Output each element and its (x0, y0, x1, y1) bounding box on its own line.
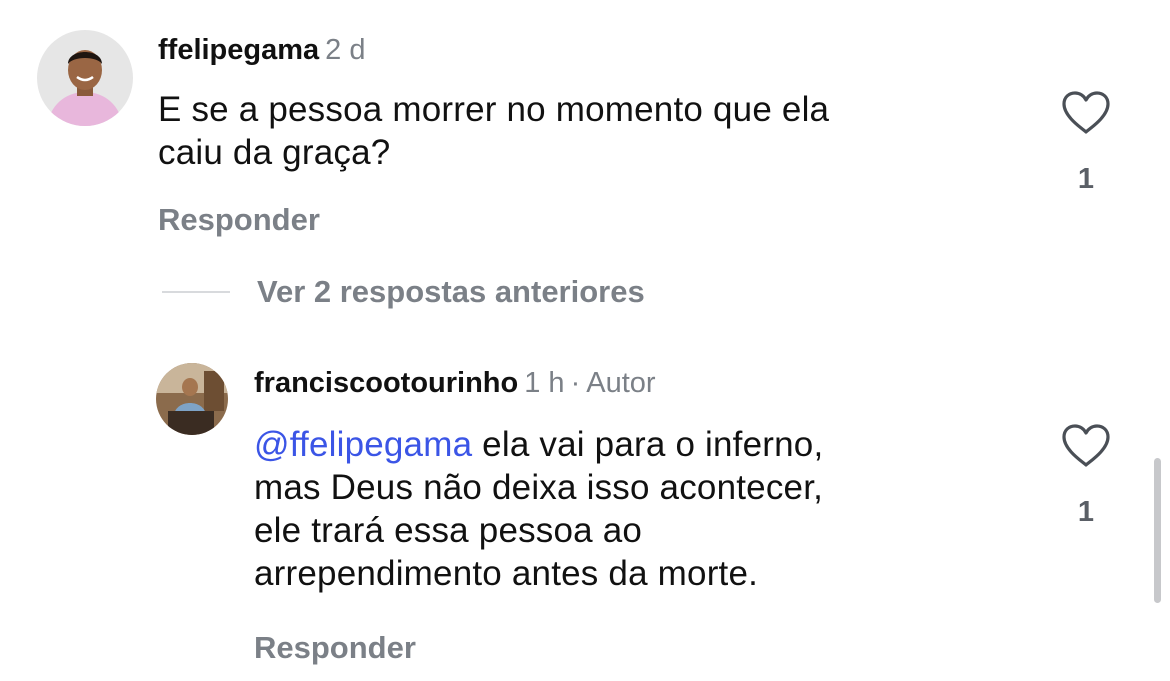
comment-reply-button[interactable]: Responder (158, 202, 320, 238)
comment-username-row: ffelipegama 2 d (158, 34, 366, 67)
reply-text-segment: ela vai para o inferno, (472, 425, 824, 464)
heart-outline-icon (1062, 424, 1110, 467)
reply-text-line: ele trará essa pessoa ao (254, 511, 643, 550)
comment-like-button[interactable] (1061, 90, 1111, 136)
reply-like-button[interactable] (1061, 423, 1111, 469)
reply-reply-button[interactable]: Responder (254, 630, 416, 666)
reply-username-row: franciscootourinho 1 h · Autor (254, 367, 656, 400)
comment-like-count: 1 (1077, 163, 1095, 195)
comment-text: E se a pessoa morrer no momento que ela … (158, 88, 1018, 174)
comment-text-line: caiu da graça? (158, 133, 391, 172)
view-previous-replies-button[interactable]: Ver 2 respostas anteriores (257, 274, 645, 310)
comment-text-line: E se a pessoa morrer no momento que ela (158, 90, 830, 129)
heart-outline-icon (1062, 91, 1110, 134)
reply-text-line: @ffelipegama ela vai para o inferno, (254, 423, 1044, 466)
reply-username[interactable]: franciscootourinho (254, 367, 518, 399)
comment-username[interactable]: ffelipegama (158, 34, 319, 66)
reply-timestamp: 1 h (524, 367, 565, 399)
reply-like-count: 1 (1077, 496, 1095, 528)
comment-avatar[interactable] (37, 30, 133, 126)
replies-divider (162, 291, 230, 293)
comment-timestamp: 2 d (325, 34, 366, 66)
reply-text-line: arrependimento antes da morte. (254, 554, 759, 593)
author-badge: Autor (586, 367, 656, 399)
scrollbar[interactable] (1154, 458, 1161, 603)
meta-separator: · (570, 367, 581, 399)
mention-link[interactable]: @ffelipegama (254, 425, 472, 464)
reply-text-line: mas Deus não deixa isso acontecer, (254, 468, 824, 507)
reply-avatar[interactable] (156, 363, 228, 435)
reply-text: @ffelipegama ela vai para o inferno, mas… (254, 423, 1044, 595)
